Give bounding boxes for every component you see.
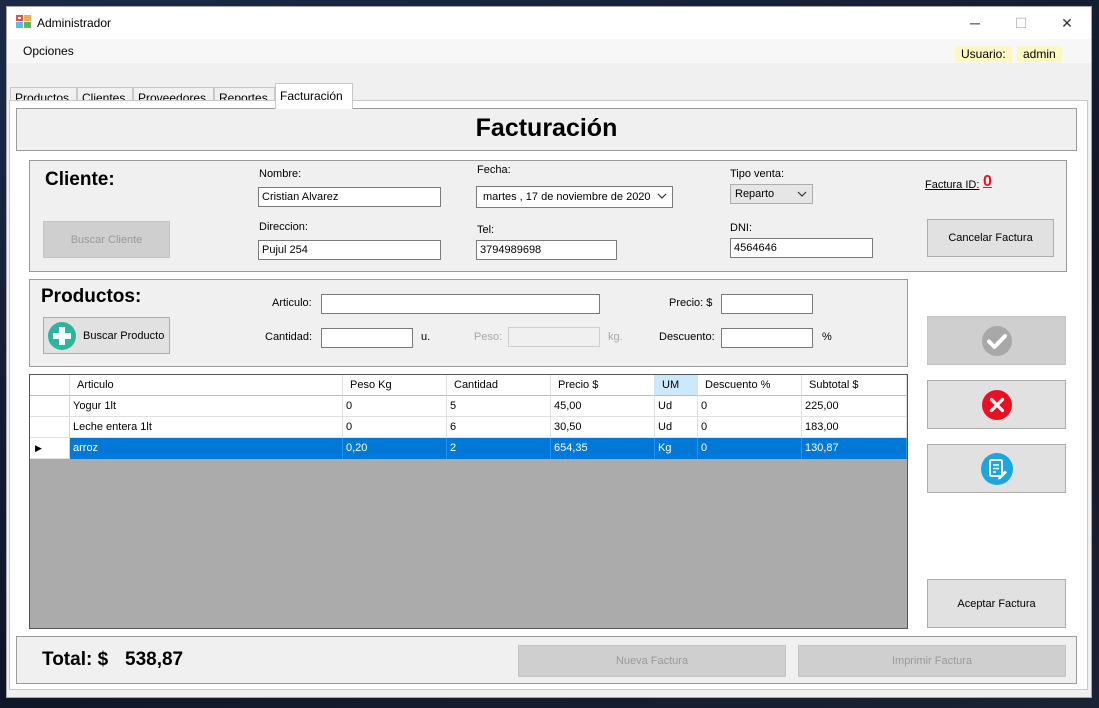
title-bar: Administrador ─ ☐ ✕ xyxy=(7,7,1091,39)
descuento-field[interactable] xyxy=(721,328,813,348)
table-cell[interactable]: 0 xyxy=(343,396,447,417)
header-panel: Facturación xyxy=(16,108,1077,151)
precio-label: Precio: $ xyxy=(669,297,713,309)
grid-header-peso[interactable]: Peso Kg xyxy=(343,375,447,396)
menu-opciones[interactable]: Opciones xyxy=(23,44,74,58)
grid-header-articulo[interactable]: Articulo xyxy=(70,375,343,396)
table-cell[interactable]: Kg xyxy=(655,438,698,459)
grid-header-subtotal[interactable]: Subtotal $ xyxy=(802,375,907,396)
dni-label: DNI: xyxy=(730,222,752,234)
check-circle-icon xyxy=(981,325,1012,356)
aceptar-factura-button[interactable]: Aceptar Factura xyxy=(927,579,1066,628)
table-cell[interactable]: Ud xyxy=(655,396,698,417)
row-header[interactable] xyxy=(30,417,70,438)
direccion-field[interactable]: Pujul 254 xyxy=(258,240,441,260)
nombre-label: Nombre: xyxy=(259,168,302,180)
close-button[interactable]: ✕ xyxy=(1044,7,1090,39)
confirm-item-button[interactable] xyxy=(927,316,1066,365)
tab-facturacion[interactable]: Facturación xyxy=(275,83,353,109)
fecha-datepicker[interactable]: martes , 17 de noviembre de 2020 xyxy=(476,186,673,208)
table-cell[interactable]: 0 xyxy=(698,396,802,417)
articulo-label: Articulo: xyxy=(272,297,312,309)
articulo-field[interactable] xyxy=(321,294,600,314)
tipo-venta-label: Tipo venta: xyxy=(730,168,785,180)
cantidad-field[interactable] xyxy=(321,328,413,348)
peso-label: Peso: xyxy=(474,331,503,343)
cliente-heading: Cliente: xyxy=(45,169,115,190)
table-cell[interactable]: 0 xyxy=(698,417,802,438)
dni-field[interactable]: 4564646 xyxy=(730,238,873,258)
table-cell[interactable]: 30,50 xyxy=(551,417,655,438)
grid-header-cantidad[interactable]: Cantidad xyxy=(447,375,551,396)
tel-field[interactable]: 3794989698 xyxy=(476,240,617,260)
grid-header-um[interactable]: UM xyxy=(655,375,698,396)
direccion-label: Direccion: xyxy=(259,221,308,233)
nombre-field[interactable]: Cristian Alvarez xyxy=(258,187,441,207)
table-cell[interactable]: 6 xyxy=(447,417,551,438)
page-title: Facturación xyxy=(475,114,618,142)
table-cell[interactable]: Leche entera 1lt xyxy=(70,417,343,438)
table-cell[interactable]: 2 xyxy=(447,438,551,459)
imprimir-factura-button[interactable]: Imprimir Factura xyxy=(798,645,1066,677)
buscar-producto-button[interactable]: Buscar Producto xyxy=(43,317,170,354)
edit-item-button[interactable] xyxy=(927,444,1066,493)
peso-unit: kg. xyxy=(608,331,623,343)
tipo-venta-select[interactable]: Reparto xyxy=(730,184,813,204)
table-cell[interactable]: 45,00 xyxy=(551,396,655,417)
fecha-label: Fecha: xyxy=(477,164,511,176)
productos-grid[interactable]: Articulo Peso Kg Cantidad Precio $ UM De… xyxy=(29,374,908,629)
usuario-label: Usuario: xyxy=(955,46,1012,62)
tipo-venta-value: Reparto xyxy=(735,188,775,200)
grid-header-precio[interactable]: Precio $ xyxy=(551,375,655,396)
table-cell[interactable]: 130,87 xyxy=(802,438,907,459)
grid-corner xyxy=(30,375,70,396)
fecha-value: martes , 17 de noviembre de 2020 xyxy=(483,191,651,203)
chevron-down-icon xyxy=(797,191,807,197)
tel-label: Tel: xyxy=(477,224,495,236)
window-title: Administrador xyxy=(37,16,112,30)
factura-id-value: 0 xyxy=(983,173,992,190)
cantidad-label: Cantidad: xyxy=(265,331,313,343)
table-cell[interactable]: Yogur 1lt xyxy=(70,396,343,417)
buscar-producto-label: Buscar Producto xyxy=(83,329,165,342)
cancelar-factura-button[interactable]: Cancelar Factura xyxy=(927,219,1054,257)
buscar-cliente-button[interactable]: Buscar Cliente xyxy=(43,221,170,258)
cantidad-unit: u. xyxy=(421,331,431,343)
row-pointer-icon: ▶ xyxy=(35,443,42,453)
table-cell[interactable]: Ud xyxy=(655,417,698,438)
delete-item-button[interactable] xyxy=(927,380,1066,429)
row-header[interactable] xyxy=(30,396,70,417)
precio-field[interactable] xyxy=(721,294,813,314)
total-value: 538,87 xyxy=(125,649,184,670)
factura-id-label: Factura ID: xyxy=(925,179,980,191)
edit-document-icon xyxy=(980,452,1013,485)
total-label: Total: $ xyxy=(42,649,109,670)
app-window-icon xyxy=(16,15,31,28)
table-cell[interactable]: 0,20 xyxy=(343,438,447,459)
descuento-label: Descuento: xyxy=(659,331,715,343)
table-cell[interactable]: 654,35 xyxy=(551,438,655,459)
table-cell[interactable]: 5 xyxy=(447,396,551,417)
table-cell[interactable]: arroz xyxy=(70,438,343,459)
table-cell[interactable]: 0 xyxy=(343,417,447,438)
peso-field[interactable] xyxy=(508,327,600,347)
row-header-selected[interactable]: ▶ xyxy=(30,438,70,459)
table-cell[interactable]: 0 xyxy=(698,438,802,459)
plus-circle-icon xyxy=(48,321,76,350)
table-cell[interactable]: 225,00 xyxy=(802,396,907,417)
nueva-factura-button[interactable]: Nueva Factura xyxy=(518,645,786,677)
grid-header-descuento[interactable]: Descuento % xyxy=(698,375,802,396)
x-circle-icon xyxy=(981,389,1012,420)
table-cell[interactable]: 183,00 xyxy=(802,417,907,438)
productos-heading: Productos: xyxy=(41,286,142,307)
menu-bar: Opciones Usuario: admin xyxy=(7,39,1091,63)
maximize-button[interactable]: ☐ xyxy=(998,7,1044,39)
usuario-value: admin xyxy=(1017,46,1062,62)
minimize-button[interactable]: ─ xyxy=(952,7,998,39)
descuento-unit: % xyxy=(822,331,832,343)
chevron-down-icon xyxy=(657,193,667,199)
